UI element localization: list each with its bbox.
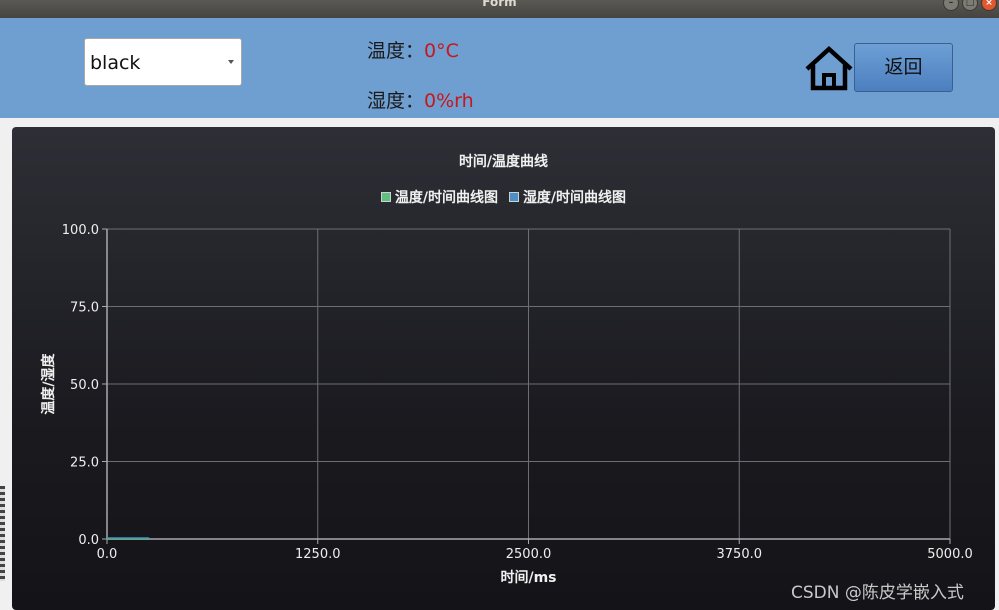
window-controls: – □ × (943, 0, 997, 11)
x-tick-label: 3750.0 (717, 547, 763, 562)
y-tick-label: 75.0 (70, 301, 99, 316)
color-select[interactable]: black (84, 38, 242, 86)
header-panel: black 温度：0°C 湿度：0%rh 返回 (0, 18, 999, 118)
y-tick-label: 25.0 (70, 456, 99, 471)
x-tick-label: 5000.0 (927, 547, 973, 562)
humidity-label: 湿度： (367, 90, 425, 112)
close-button[interactable]: × (981, 0, 997, 11)
x-tick-label: 1250.0 (295, 547, 341, 562)
line-chart: 0.0 1250.0 2500.0 3750.0 5000.0 0.0 25.0 50.0 75… (40, 223, 973, 586)
x-tick-label: 0.0 (97, 547, 118, 562)
temperature-reading: 温度：0°C (367, 36, 459, 63)
y-tick-label: 100.0 (62, 223, 99, 238)
window-titlebar: Form – □ × (0, 0, 999, 18)
maximize-button[interactable]: □ (962, 0, 978, 11)
chevron-down-icon (228, 60, 234, 64)
home-icon[interactable] (804, 45, 854, 91)
temperature-value: 0°C (424, 40, 459, 62)
minimize-button[interactable]: – (943, 0, 959, 11)
y-tick-label: 50.0 (70, 378, 99, 393)
color-select-value: black (90, 52, 141, 74)
back-button[interactable]: 返回 (854, 43, 953, 92)
background-window-edge (0, 486, 5, 581)
y-tick-label: 0.0 (78, 533, 99, 548)
x-axis-label: 时间/ms (500, 569, 556, 586)
x-tick-label: 2500.0 (506, 547, 552, 562)
temperature-label: 温度： (367, 40, 425, 62)
y-axis-label: 温度/湿度 (40, 352, 57, 414)
window-title: Form (482, 0, 517, 9)
humidity-reading: 湿度：0%rh (367, 86, 474, 113)
chart-panel: 时间/温度曲线 温度/时间曲线图 湿度/时间曲线图 0.0 1250.0 2500.… (12, 127, 995, 610)
watermark: CSDN @陈皮学嵌入式 (791, 583, 964, 603)
humidity-value: 0%rh (424, 90, 474, 112)
